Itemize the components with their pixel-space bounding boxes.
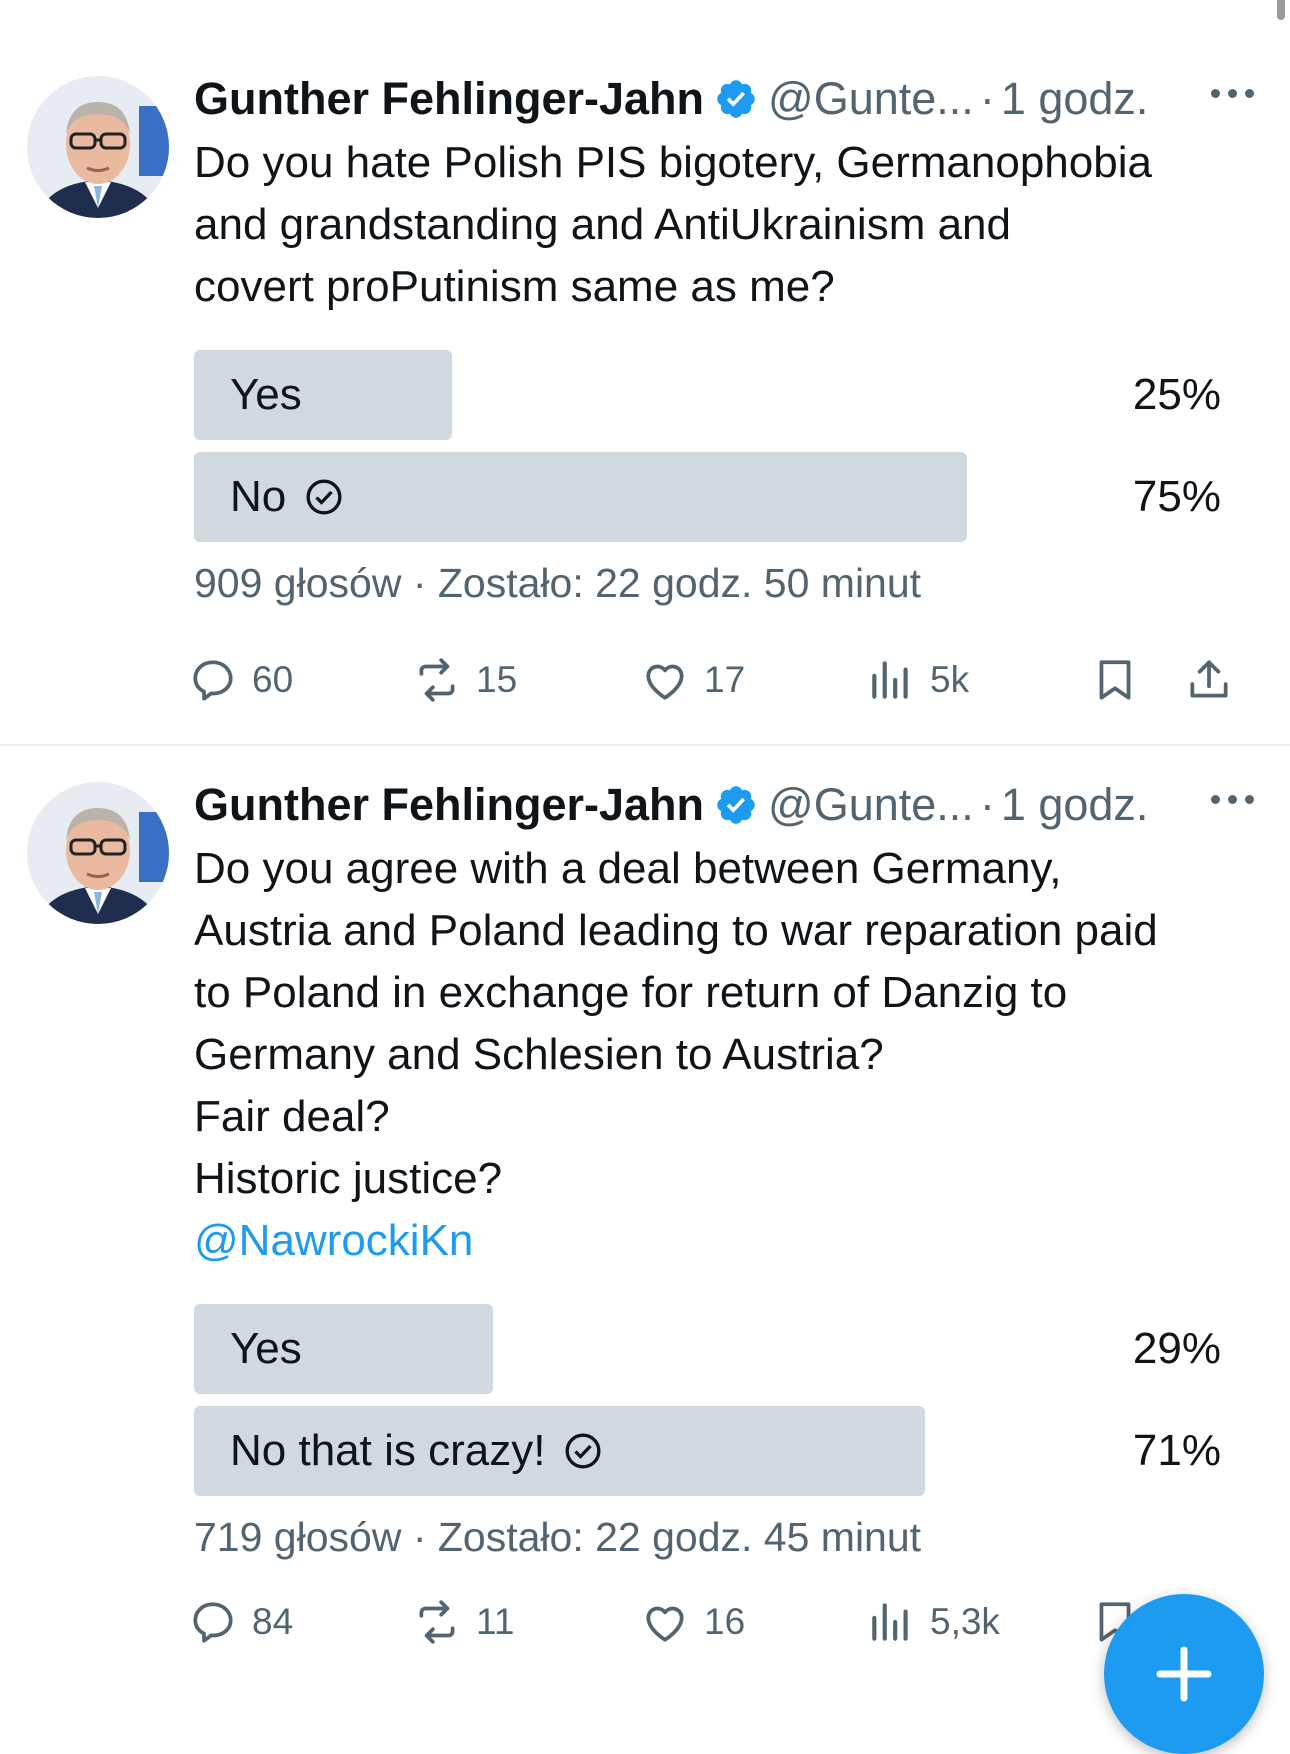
mention-link[interactable]: @NawrockiKn <box>194 1210 1290 1272</box>
poll-meta: 719 głosów · Zostało: 22 godz. 45 minut <box>194 1514 922 1560</box>
like-button[interactable]: 17 <box>640 655 745 705</box>
verified-badge-icon[interactable] <box>714 77 758 121</box>
meta-separator: · <box>979 73 995 125</box>
repost-button[interactable]: 11 <box>412 1597 514 1647</box>
check-circle-icon <box>306 479 342 515</box>
action-bar: 60 15 17 5k <box>193 655 1290 715</box>
reply-button[interactable]: 84 <box>188 1597 293 1647</box>
views-button[interactable]: 5,3k <box>866 1597 1000 1647</box>
repost-icon <box>419 1600 455 1644</box>
check-circle-icon <box>565 1433 601 1469</box>
poll-votes: 719 głosów <box>194 1514 402 1560</box>
poll-option[interactable]: Yes 25% <box>194 350 1224 440</box>
poll-votes: 909 głosów <box>194 560 402 606</box>
reply-icon <box>193 660 233 701</box>
more-icon[interactable] <box>1208 78 1256 108</box>
views-count: 5k <box>930 659 970 700</box>
verified-badge-icon[interactable] <box>714 783 758 827</box>
poll-option[interactable]: Yes 29% <box>194 1304 1224 1394</box>
poll-option-label: Yes <box>230 370 302 419</box>
poll-remaining: Zostało: 22 godz. 45 minut <box>437 1514 922 1560</box>
reply-count: 60 <box>252 659 294 700</box>
repost-button[interactable]: 15 <box>412 655 517 705</box>
poll-option-percent: 29% <box>1132 1324 1221 1373</box>
tweet-text: Do you agree with a deal between Germany… <box>194 844 1158 1203</box>
views-icon <box>872 1603 908 1641</box>
like-button[interactable]: 16 <box>640 1597 745 1647</box>
author-name[interactable]: Gunther Fehlinger-Jahn <box>194 73 704 125</box>
avatar[interactable] <box>27 782 169 924</box>
poll-option-label: No that is crazy! <box>230 1426 546 1475</box>
views-icon <box>872 661 908 699</box>
poll-option-percent: 75% <box>1132 472 1221 521</box>
share-button[interactable] <box>1184 655 1234 705</box>
tweet[interactable]: Gunther Fehlinger-Jahn @Gunte... · 1 godz. … <box>0 0 1290 746</box>
poll: Yes 25% No 75% 909 głosów · Zostało: 22 … <box>194 350 1224 607</box>
tweet-header: Gunther Fehlinger-Jahn @Gunte... · 1 godz. <box>194 70 1290 126</box>
reply-count: 84 <box>252 1601 294 1642</box>
compose-plus-icon <box>1156 1646 1212 1702</box>
poll: Yes 29% No that is crazy! 71% 719 głosów… <box>194 1304 1224 1561</box>
tweet-header: Gunther Fehlinger-Jahn @Gunte... · 1 godz. <box>194 776 1290 832</box>
poll-option-label: No <box>230 472 287 521</box>
poll-option-percent: 25% <box>1132 370 1221 419</box>
bookmark-button[interactable] <box>1090 655 1140 705</box>
poll-option[interactable]: No 75% <box>194 452 1224 542</box>
tweet[interactable]: Gunther Fehlinger-Jahn @Gunte... · 1 godz. … <box>0 746 1290 1677</box>
repost-count: 15 <box>476 659 518 700</box>
more-icon[interactable] <box>1208 784 1256 814</box>
post-time[interactable]: 1 godz. <box>1001 779 1149 831</box>
post-time[interactable]: 1 godz. <box>1001 73 1149 125</box>
bookmark-icon <box>1099 660 1131 700</box>
meta-separator: · <box>979 779 995 831</box>
reply-icon <box>193 1602 233 1643</box>
tweet-text: Do you hate Polish PIS bigotery, Germano… <box>194 138 1152 311</box>
views-button[interactable]: 5k <box>866 655 969 705</box>
avatar[interactable] <box>27 76 169 218</box>
author-handle[interactable]: @Gunte... <box>768 73 974 125</box>
repost-icon <box>419 658 455 702</box>
poll-option-label: Yes <box>230 1324 302 1373</box>
reply-button[interactable]: 60 <box>188 655 293 705</box>
share-icon <box>1190 660 1228 698</box>
author-name[interactable]: Gunther Fehlinger-Jahn <box>194 779 704 831</box>
poll-remaining: Zostało: 22 godz. 50 minut <box>437 560 922 606</box>
like-count: 17 <box>704 659 746 700</box>
like-count: 16 <box>704 1601 746 1642</box>
author-handle[interactable]: @Gunte... <box>768 779 974 831</box>
repost-count: 11 <box>476 1601 515 1642</box>
like-icon <box>646 664 684 700</box>
poll-meta: 909 głosów · Zostało: 22 godz. 50 minut <box>194 560 922 606</box>
poll-option-percent: 71% <box>1132 1426 1221 1475</box>
poll-option[interactable]: No that is crazy! 71% <box>194 1406 1224 1496</box>
views-count: 5,3k <box>930 1601 1000 1642</box>
compose-button[interactable] <box>1104 1594 1264 1754</box>
like-icon <box>646 1606 684 1642</box>
